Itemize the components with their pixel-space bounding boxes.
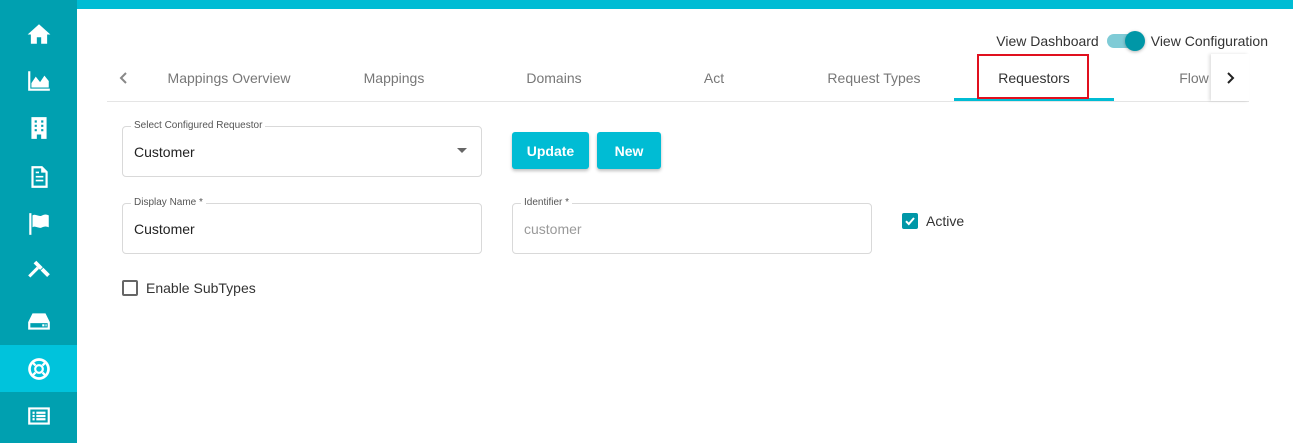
- tab-mappings-overview[interactable]: Mappings Overview: [149, 54, 309, 101]
- active-checkbox[interactable]: Active: [902, 213, 964, 229]
- tab-scroll-left[interactable]: [107, 54, 141, 101]
- tab-bar: Mappings Overview Mappings Domains Act R…: [107, 54, 1249, 102]
- active-label: Active: [926, 213, 965, 229]
- display-name-value: Customer: [134, 221, 195, 237]
- tab-requestors[interactable]: Requestors: [954, 54, 1114, 101]
- tab-request-types[interactable]: Request Types: [794, 54, 954, 101]
- sidebar-item-flags[interactable]: [0, 200, 77, 247]
- update-button[interactable]: Update: [512, 132, 589, 169]
- dropdown-caret-icon: [457, 148, 467, 153]
- identifier-label: Identifier *: [521, 197, 573, 208]
- new-button[interactable]: New: [597, 132, 661, 169]
- view-configuration-label[interactable]: View Configuration: [1151, 33, 1268, 49]
- sidebar-item-list[interactable]: [0, 392, 77, 439]
- checkbox-unchecked-icon: [122, 280, 138, 296]
- sidebar-item-rules[interactable]: [0, 247, 77, 294]
- display-name-field[interactable]: Display Name * Customer: [122, 197, 482, 254]
- life-ring-icon: [27, 357, 50, 380]
- area-chart-icon: [27, 70, 50, 91]
- tab-flow[interactable]: Flow: [1114, 54, 1274, 101]
- display-name-label: Display Name *: [131, 197, 206, 208]
- enable-subtypes-checkbox[interactable]: Enable SubTypes: [122, 280, 256, 296]
- top-accent-bar: [77, 0, 1293, 9]
- home-icon: [27, 23, 50, 44]
- enable-subtypes-label: Enable SubTypes: [146, 280, 256, 296]
- chevron-right-icon: [1227, 71, 1235, 84]
- tab-scroll-right[interactable]: [1211, 54, 1249, 101]
- sidebar-item-analytics[interactable]: [0, 57, 77, 104]
- hard-drive-icon: [27, 312, 50, 330]
- sidebar-item-buildings[interactable]: [0, 104, 77, 151]
- view-toggle: View Dashboard View Configuration: [996, 31, 1268, 51]
- tab-mappings[interactable]: Mappings: [314, 54, 474, 101]
- select-configured-requestor[interactable]: Select Configured Requestor Customer: [122, 120, 482, 177]
- list-icon: [27, 406, 50, 425]
- tab-domains[interactable]: Domains: [474, 54, 634, 101]
- chevron-left-icon: [119, 71, 127, 84]
- tab-act[interactable]: Act: [634, 54, 794, 101]
- sidebar: [0, 0, 77, 443]
- identifier-value: customer: [524, 221, 582, 237]
- document-icon: [30, 165, 48, 188]
- flag-icon: [28, 212, 49, 235]
- identifier-field[interactable]: Identifier * customer: [512, 197, 872, 254]
- building-icon: [30, 116, 47, 139]
- sidebar-item-storage[interactable]: [0, 297, 77, 344]
- select-requestor-label: Select Configured Requestor: [131, 120, 266, 131]
- view-dashboard-label[interactable]: View Dashboard: [996, 33, 1098, 49]
- checkbox-checked-icon: [902, 213, 918, 229]
- gavel-icon: [27, 260, 50, 277]
- sidebar-item-home[interactable]: [0, 10, 77, 57]
- select-requestor-value: Customer: [134, 144, 195, 160]
- view-mode-switch[interactable]: [1106, 31, 1145, 51]
- sidebar-item-documents[interactable]: [0, 153, 77, 200]
- active-tab-indicator: [954, 98, 1114, 101]
- switch-thumb: [1124, 31, 1145, 51]
- sidebar-item-support[interactable]: [0, 345, 77, 392]
